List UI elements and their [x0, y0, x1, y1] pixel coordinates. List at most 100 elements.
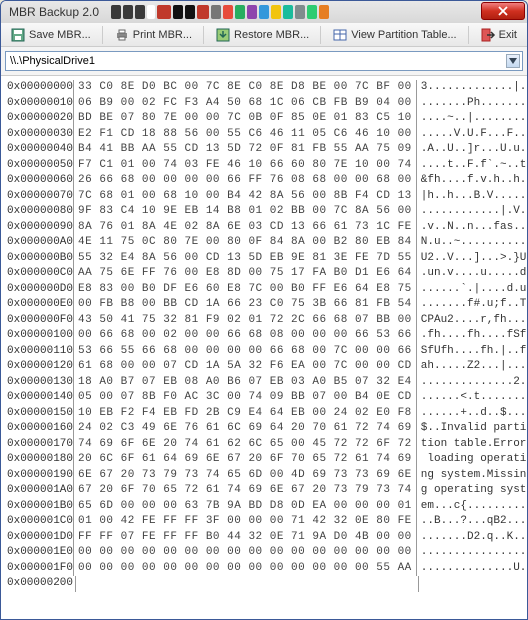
hex-bytes: E2 F1 CD 18 88 56 00 55 C6 46 11 05 C6 4… [74, 127, 416, 143]
hex-ascii: ......<.t....... [417, 390, 527, 406]
hex-ascii: ng system.Missin [417, 468, 527, 484]
hex-row: 0x0000010000 66 68 00 02 00 00 66 68 08 … [7, 328, 521, 344]
hex-bytes: 10 EB F2 F4 EB FD 2B C9 E4 64 EB 00 24 0… [74, 406, 416, 422]
hex-address: 0x000001C0 [7, 514, 73, 530]
hex-address: 0x00000050 [7, 158, 73, 174]
chevron-down-icon [506, 54, 520, 68]
hex-row: 0x00000050F7 C1 01 00 74 03 FE 46 10 66 … [7, 158, 521, 174]
save-mbr-label: Save MBR... [29, 29, 91, 41]
hex-row: 0x000001F000 00 00 00 00 00 00 00 00 00 … [7, 561, 521, 577]
hex-row: 0x00000020BD BE 07 80 7E 00 00 7C 0B 0F … [7, 111, 521, 127]
hex-bytes: 33 C0 8E D0 BC 00 7C 8E C0 8E D8 BE 00 7… [74, 80, 416, 96]
hex-row: 0x000001C001 00 42 FE FF FF 3F 00 00 00 … [7, 514, 521, 530]
toolbar-separator [320, 26, 321, 44]
hex-row: 0x0000016024 02 C3 49 6E 76 61 6C 69 64 … [7, 421, 521, 437]
exit-icon [480, 27, 496, 43]
hex-ascii: ....t..F.f`.~..t [417, 158, 527, 174]
blur-block [135, 5, 145, 19]
hex-row: 0x000001A067 20 6F 70 65 72 61 74 69 6E … [7, 483, 521, 499]
app-window: MBR Backup 2.0 Save MBR... Print MBR... … [0, 0, 528, 620]
hex-address: 0x000001B0 [7, 499, 73, 515]
hex-address: 0x00000080 [7, 204, 73, 220]
hex-address: 0x00000040 [7, 142, 73, 158]
title-bar[interactable]: MBR Backup 2.0 [1, 1, 527, 23]
hex-bytes [76, 576, 418, 592]
restore-mbr-label: Restore MBR... [234, 29, 309, 41]
hex-ascii: ..B...?...qB2... [417, 514, 527, 530]
close-button[interactable] [481, 2, 525, 20]
toolbar: Save MBR... Print MBR... Restore MBR... … [1, 23, 527, 47]
hex-address: 0x00000160 [7, 421, 73, 437]
blur-block [307, 5, 317, 19]
hex-viewer[interactable]: 0x0000000033 C0 8E D0 BC 00 7C 8E C0 8E … [1, 76, 527, 619]
blur-block [235, 5, 245, 19]
hex-address: 0x00000070 [7, 189, 73, 205]
hex-ascii: .......D2.q..K.. [417, 530, 527, 546]
hex-bytes: 00 FB B8 00 BB CD 1A 66 23 C0 75 3B 66 8… [74, 297, 416, 313]
hex-address: 0x000000C0 [7, 266, 73, 282]
view-partition-button[interactable]: View Partition Table... [325, 24, 463, 46]
hex-bytes: 06 B9 00 02 FC F3 A4 50 68 1C 06 CB FB B… [74, 96, 416, 112]
hex-address: 0x00000140 [7, 390, 73, 406]
hex-address: 0x00000170 [7, 437, 73, 453]
hex-bytes: 00 00 00 00 00 00 00 00 00 00 00 00 00 0… [74, 561, 416, 577]
table-icon [332, 27, 348, 43]
exit-button[interactable]: Exit [473, 24, 524, 46]
hex-grid: 0x0000000033 C0 8E D0 BC 00 7C 8E C0 8E … [7, 80, 521, 592]
hex-row: 0x0000017074 69 6F 6E 20 74 61 62 6C 65 … [7, 437, 521, 453]
hex-row: 0x00000040B4 41 BB AA 55 CD 13 5D 72 0F … [7, 142, 521, 158]
hex-ascii: ......`.|....d.u [417, 282, 527, 298]
hex-row: 0x000000E000 FB B8 00 BB CD 1A 66 23 C0 … [7, 297, 521, 313]
hex-address: 0x00000060 [7, 173, 73, 189]
hex-row: 0x0000000033 C0 8E D0 BC 00 7C 8E C0 8E … [7, 80, 521, 96]
hex-ascii: ..............2. [417, 375, 527, 391]
hex-address: 0x000000D0 [7, 282, 73, 298]
hex-ascii: g operating syst [417, 483, 527, 499]
blur-block [223, 5, 233, 19]
hex-ascii: ah.....Z2...|... [417, 359, 527, 375]
blur-block [271, 5, 281, 19]
hex-address: 0x00000110 [7, 344, 73, 360]
drive-selector[interactable]: \\.\PhysicalDrive1 [5, 51, 523, 71]
drive-selector-value: \\.\PhysicalDrive1 [10, 55, 95, 67]
close-icon [498, 6, 508, 16]
printer-icon [114, 27, 130, 43]
hex-bytes: BD BE 07 80 7E 00 00 7C 0B 0F 85 0E 01 8… [74, 111, 416, 127]
title-blur-decor [111, 3, 467, 21]
restore-mbr-button[interactable]: Restore MBR... [208, 24, 316, 46]
hex-ascii: ......+..d..$... [417, 406, 527, 422]
hex-ascii: loading operati [417, 452, 527, 468]
print-mbr-button[interactable]: Print MBR... [107, 24, 199, 46]
hex-bytes: 9F 83 C4 10 9E EB 14 B8 01 02 BB 00 7C 8… [74, 204, 416, 220]
hex-bytes: 67 20 6F 70 65 72 61 74 69 6E 67 20 73 7… [74, 483, 416, 499]
hex-ascii: 3.............|.. [417, 80, 527, 96]
hex-address: 0x00000030 [7, 127, 73, 143]
hex-ascii: .....V.U.F...F.. [417, 127, 527, 143]
hex-row: 0x000000809F 83 C4 10 9E EB 14 B8 01 02 … [7, 204, 521, 220]
hex-ascii: &fh....f.v.h..h. [417, 173, 527, 189]
hex-row: 0x000000B055 32 E4 8A 56 00 CD 13 5D EB … [7, 251, 521, 267]
hex-ascii: N.u..~.......... [417, 235, 527, 251]
hex-row: 0x000001E000 00 00 00 00 00 00 00 00 00 … [7, 545, 521, 561]
hex-address: 0x00000000 [7, 80, 73, 96]
blur-block [319, 5, 329, 19]
window-title: MBR Backup 2.0 [5, 5, 99, 19]
hex-row: 0x000001B065 6D 00 00 00 63 7B 9A BD D8 … [7, 499, 521, 515]
floppy-icon [10, 27, 26, 43]
hex-bytes: 05 00 07 8B F0 AC 3C 00 74 09 BB 07 00 B… [74, 390, 416, 406]
exit-label: Exit [499, 29, 517, 41]
hex-address: 0x00000180 [7, 452, 73, 468]
blur-block [247, 5, 257, 19]
hex-bytes: 7C 68 01 00 68 10 00 B4 42 8A 56 00 8B F… [74, 189, 416, 205]
hex-ascii: .v..N..n...fas.. [417, 220, 527, 236]
hex-bytes: AA 75 6E FF 76 00 E8 8D 00 75 17 FA B0 D… [74, 266, 416, 282]
blur-block [283, 5, 293, 19]
hex-bytes: 26 66 68 00 00 00 00 66 FF 76 08 68 00 0… [74, 173, 416, 189]
hex-bytes: 53 66 55 66 68 00 00 00 00 66 68 00 7C 0… [74, 344, 416, 360]
save-mbr-button[interactable]: Save MBR... [3, 24, 98, 46]
blur-block [211, 5, 221, 19]
hex-row: 0x000000F043 50 41 75 32 81 F9 02 01 72 … [7, 313, 521, 329]
hex-address: 0x000000E0 [7, 297, 73, 313]
toolbar-separator [203, 26, 204, 44]
blur-block [157, 5, 171, 19]
